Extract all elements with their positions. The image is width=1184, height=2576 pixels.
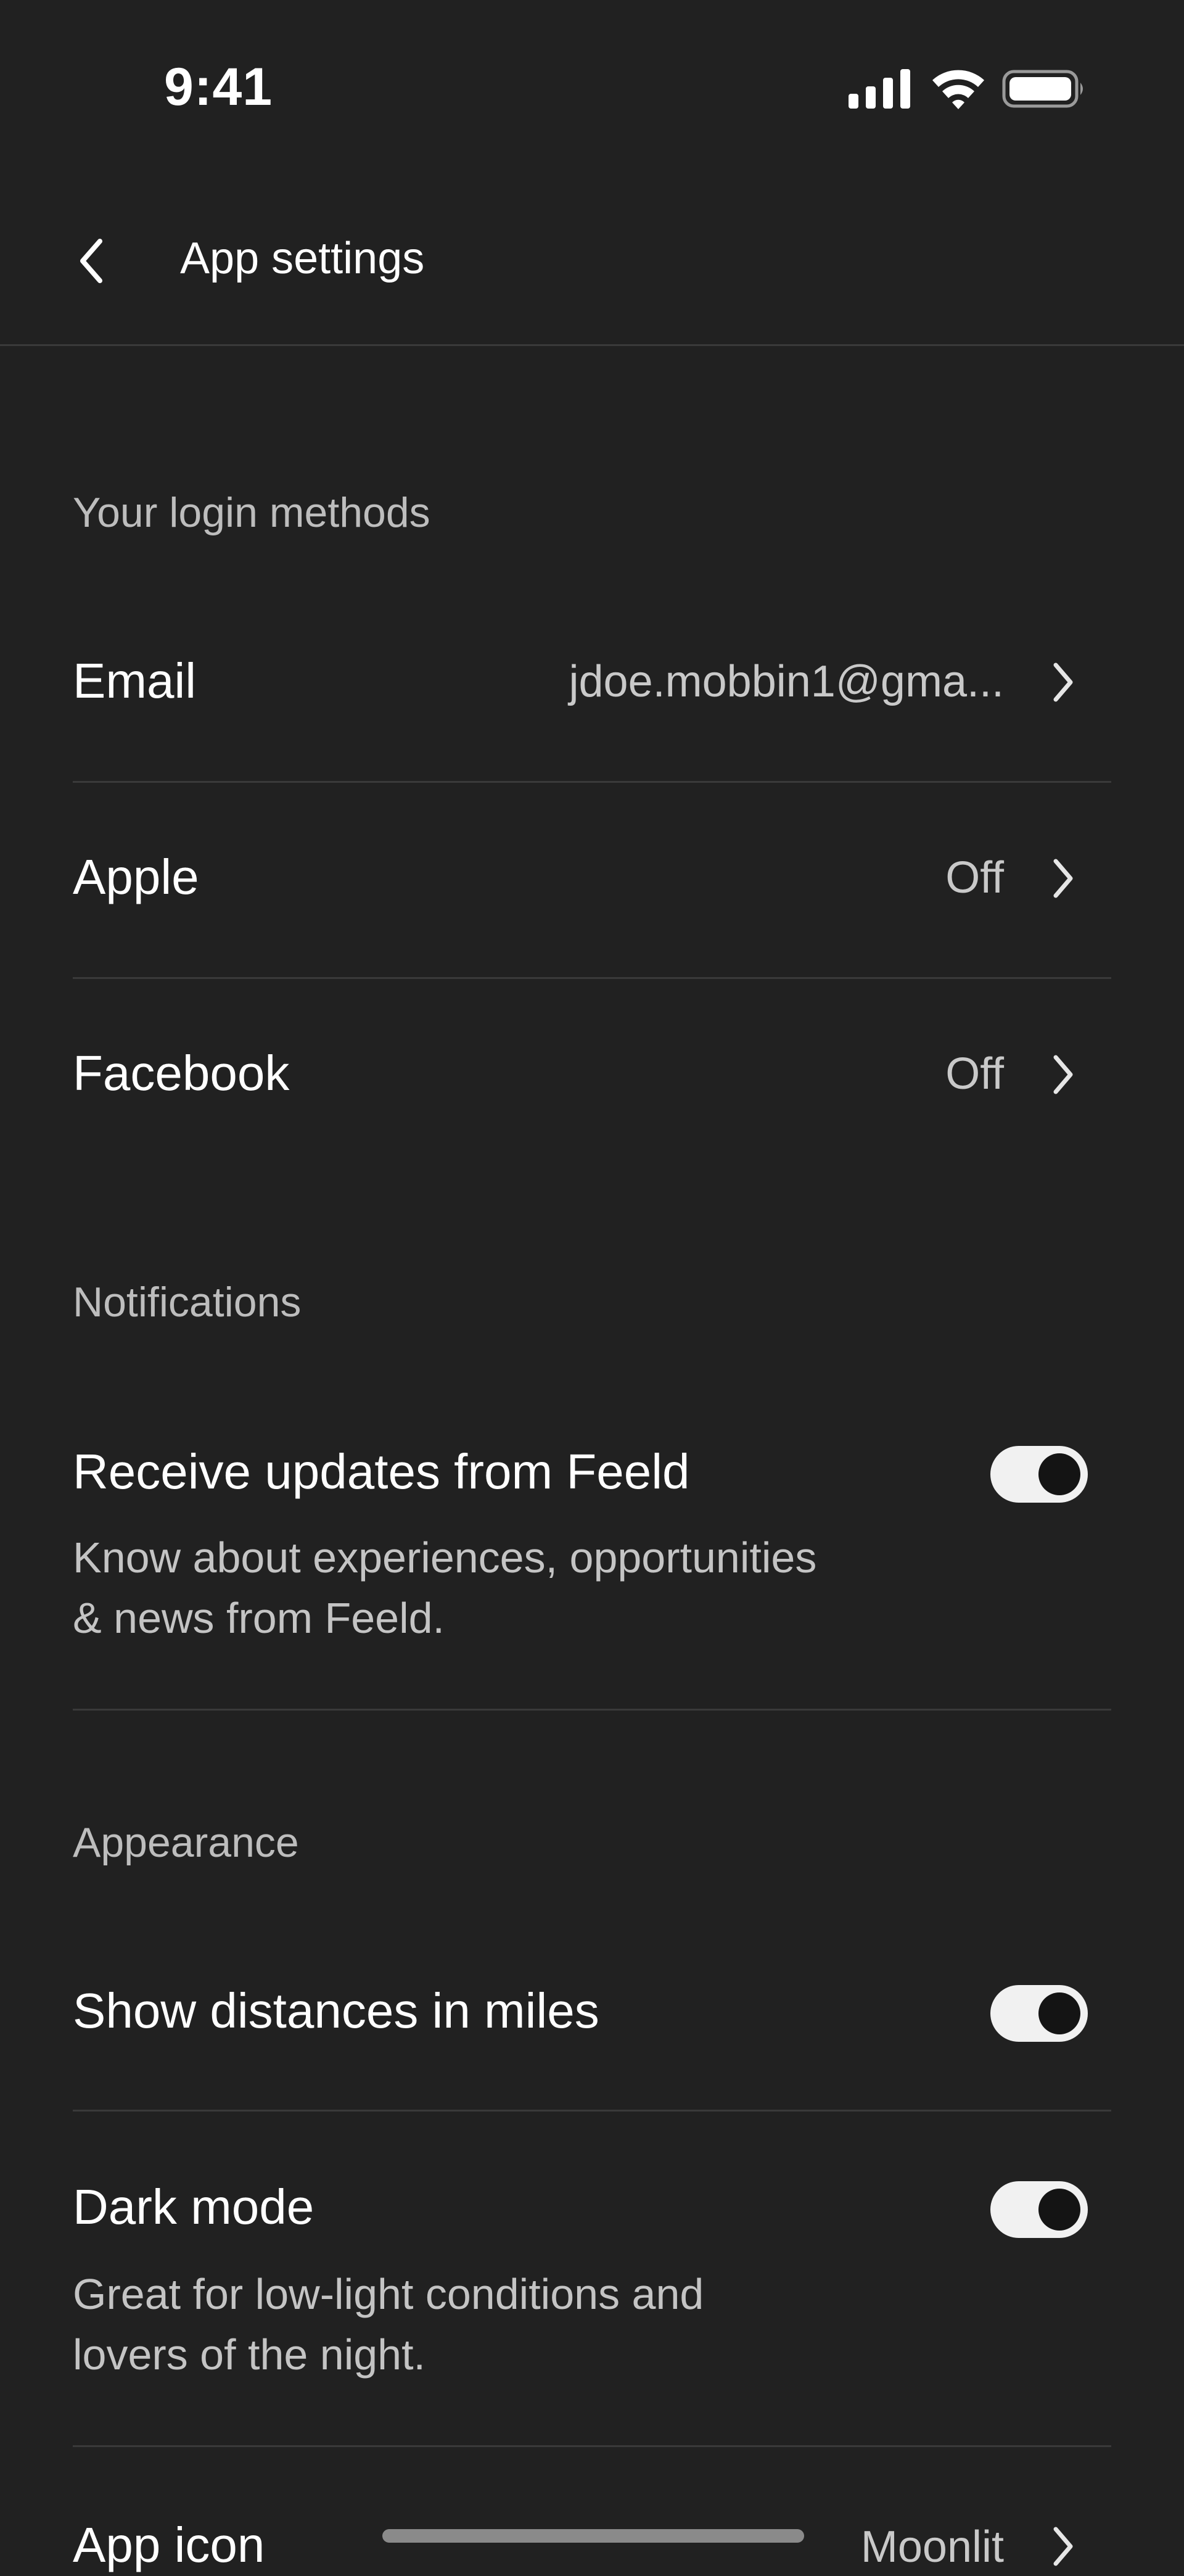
signal-icon xyxy=(849,69,910,109)
dark-mode-description-line-1: Great for low-light conditions and xyxy=(73,2270,704,2318)
divider xyxy=(73,781,1111,783)
updates-description-line-1: Know about experiences, opportunities xyxy=(73,1534,817,1582)
distances-label: Show distances in miles xyxy=(73,1983,599,2038)
email-value: jdoe.mobbin1@gma... xyxy=(569,657,1004,706)
back-button[interactable] xyxy=(67,228,116,294)
status-time: 9:41 xyxy=(164,57,273,117)
updates-description: Know about experiences, opportunities & … xyxy=(73,1527,936,1648)
apple-value: Off xyxy=(945,853,1004,902)
section-label-appearance: Appearance xyxy=(73,1819,299,1866)
distances-toggle[interactable] xyxy=(990,1985,1088,2042)
email-label: Email xyxy=(73,653,197,708)
status-icons xyxy=(849,69,1083,109)
login-email-row[interactable]: Email jdoe.mobbin1@gma... xyxy=(0,617,1184,753)
page-title: App settings xyxy=(180,234,425,283)
dark-mode-toggle[interactable] xyxy=(990,2181,1088,2238)
login-apple-row[interactable]: Apple Off xyxy=(0,813,1184,949)
chevron-right-icon xyxy=(1045,653,1082,712)
toggle-knob xyxy=(1038,1992,1080,2034)
divider xyxy=(73,1709,1111,1711)
updates-label: Receive updates from Feeld xyxy=(73,1444,690,1499)
battery-icon xyxy=(1002,70,1083,108)
dark-mode-description-line-2: lovers of the night. xyxy=(73,2330,426,2379)
toggle-knob xyxy=(1038,2189,1080,2231)
header-divider xyxy=(0,344,1184,346)
toggle-knob xyxy=(1038,1453,1080,1495)
home-indicator xyxy=(382,2529,804,2543)
section-label-notifications: Notifications xyxy=(73,1279,302,1326)
section-label-login-methods: Your login methods xyxy=(73,489,430,536)
facebook-value: Off xyxy=(945,1049,1004,1099)
login-facebook-row[interactable]: Facebook Off xyxy=(0,1009,1184,1145)
divider xyxy=(73,2110,1111,2112)
dark-mode-label: Dark mode xyxy=(73,2179,314,2234)
wifi-icon xyxy=(932,70,984,109)
app-icon-value: Moonlit xyxy=(860,2522,1004,2572)
chevron-right-icon xyxy=(1045,1045,1082,1104)
divider xyxy=(73,977,1111,979)
dark-mode-description: Great for low-light conditions and lover… xyxy=(73,2264,936,2385)
chevron-right-icon xyxy=(1045,849,1082,908)
facebook-label: Facebook xyxy=(73,1046,290,1100)
divider xyxy=(73,2445,1111,2447)
updates-description-line-2: & news from Feeld. xyxy=(73,1594,445,1642)
apple-label: Apple xyxy=(73,849,199,904)
updates-toggle[interactable] xyxy=(990,1446,1088,1503)
chevron-left-icon xyxy=(80,239,102,283)
app-icon-label: App icon xyxy=(73,2517,265,2572)
